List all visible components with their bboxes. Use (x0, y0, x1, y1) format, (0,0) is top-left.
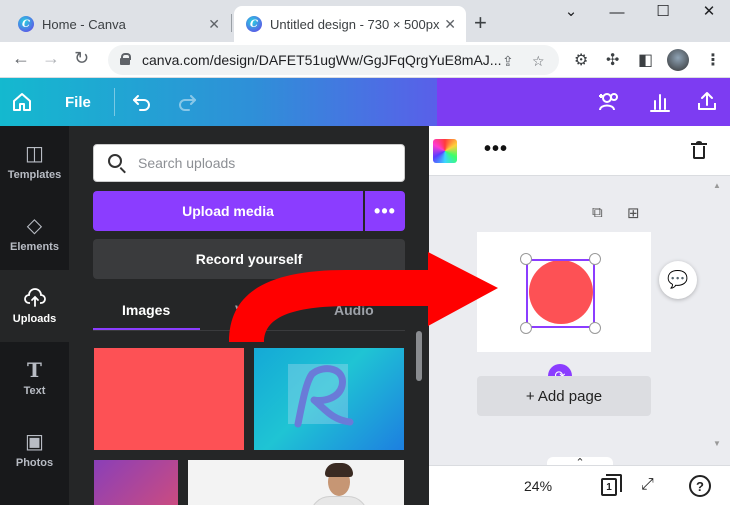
upload-thumbnail-red[interactable] (94, 348, 244, 450)
search-uploads-input[interactable]: Search uploads (93, 144, 405, 182)
rail-item-templates[interactable]: ◫ Templates (0, 126, 69, 198)
duplicate-page-icon[interactable]: ⧉ (592, 204, 603, 221)
rail-item-uploads[interactable]: Uploads (0, 270, 69, 342)
page-count-button[interactable]: 1 (601, 474, 622, 496)
undo-icon[interactable] (131, 91, 153, 113)
editor-toolbar: ••• (429, 126, 730, 176)
elements-icon: ◇ (26, 214, 43, 237)
header-actions (437, 78, 730, 126)
rail-item-label: Elements (10, 240, 59, 253)
canva-favicon-icon: C (18, 16, 34, 32)
minimize-icon[interactable]: — (594, 4, 640, 21)
browser-tab-design[interactable]: C Untitled design - 730 × 500px ✕ (234, 6, 466, 42)
rail-item-text[interactable]: T Text (0, 342, 69, 414)
lock-icon (120, 53, 131, 65)
rail-item-elements[interactable]: ◇ Elements (0, 198, 69, 270)
editor-scrollbar[interactable]: ▲ ▼ (713, 181, 721, 451)
rail-item-label: Templates (7, 168, 62, 181)
forward-icon[interactable]: → (42, 48, 60, 69)
url-text: canva.com/design/DAFET51ugWw/GgJFqQrgYuE… (142, 52, 502, 68)
more-options-button[interactable]: ••• (484, 138, 508, 161)
close-icon[interactable]: ✕ (444, 16, 456, 33)
back-icon[interactable]: ← (12, 48, 30, 69)
header-divider (114, 88, 115, 116)
address-bar[interactable]: canva.com/design/DAFET51ugWw/GgJFqQrgYuE… (108, 45, 559, 75)
person-hair (325, 463, 353, 477)
upload-thumbnail-gradient[interactable] (94, 460, 178, 505)
analytics-bar-icon[interactable] (649, 91, 671, 113)
extension-icon[interactable]: ⚙ (574, 50, 588, 70)
left-rail: ◫ Templates ◇ Elements Uploads T Text ▣ … (0, 126, 69, 505)
uploads-icon (23, 287, 46, 307)
active-tab-indicator (93, 328, 200, 330)
tab-audio[interactable]: Audio (334, 302, 374, 318)
canva-header: File (0, 78, 730, 126)
photos-icon: ▣ (25, 430, 44, 453)
design-page[interactable] (477, 232, 651, 352)
tab-divider (93, 330, 405, 331)
uploads-panel: Search uploads Upload media ••• Record y… (69, 126, 429, 505)
fullscreen-expand-icon[interactable]: ⤢ (641, 476, 654, 494)
scroll-up-icon[interactable]: ▲ (713, 181, 721, 190)
puzzle-icon[interactable]: ✣ (606, 50, 619, 70)
upload-share-icon[interactable] (696, 90, 718, 112)
templates-icon: ◫ (25, 142, 44, 165)
rail-item-label: Photos (15, 456, 54, 469)
selection-box (526, 259, 595, 328)
bookmark-star-icon[interactable]: ☆ (532, 53, 545, 70)
browser-tab-strip: C Home - Canva ✕ C Untitled design - 730… (0, 0, 730, 42)
window-close-icon[interactable]: ✕ (686, 2, 730, 20)
tab-separator (231, 14, 232, 32)
add-comment-icon[interactable]: 💬 (659, 261, 697, 299)
reload-icon[interactable]: ↻ (74, 48, 89, 69)
resize-handle-top-left[interactable] (520, 253, 532, 265)
profile-avatar[interactable] (667, 49, 689, 71)
browser-toolbar: ← → ↻ canva.com/design/DAFET51ugWw/GgJFq… (0, 42, 730, 78)
tab-images[interactable]: Images (122, 302, 170, 318)
resize-handle-top-right[interactable] (589, 253, 601, 265)
file-menu-button[interactable]: File (65, 94, 91, 111)
resize-handle-bottom-right[interactable] (589, 322, 601, 334)
rail-item-label: Text (23, 384, 46, 397)
tab-title: Home - Canva (42, 16, 126, 32)
zoom-level[interactable]: 24% (524, 478, 552, 494)
redo-icon[interactable] (176, 91, 198, 113)
resize-handle-bottom-left[interactable] (520, 322, 532, 334)
upload-media-button[interactable]: Upload media (93, 191, 363, 231)
home-icon[interactable] (11, 91, 33, 113)
rail-item-photos[interactable]: ▣ Photos (0, 414, 69, 486)
chevron-down-icon[interactable]: ⌄ (548, 2, 594, 20)
menu-kebab-icon[interactable]: ⋮ (705, 50, 721, 70)
maximize-icon[interactable]: ☐ (640, 2, 686, 20)
trash-icon[interactable] (691, 141, 707, 159)
rail-item-label: Uploads (12, 312, 57, 325)
tab-videos[interactable]: Videos (235, 302, 281, 318)
share-people-icon[interactable] (597, 90, 623, 114)
text-icon: T (27, 357, 42, 382)
upload-thumbnail-logo[interactable] (254, 348, 404, 450)
scroll-down-icon[interactable]: ▼ (713, 439, 721, 448)
search-placeholder: Search uploads (138, 155, 236, 171)
new-tab-icon[interactable]: + (474, 10, 487, 36)
panel-scrollbar[interactable] (416, 331, 422, 381)
logo-letter-r-icon (294, 365, 354, 428)
browser-tab-home[interactable]: C Home - Canva ✕ (8, 6, 230, 42)
upload-more-options-button[interactable]: ••• (365, 191, 405, 231)
editor-bottom-bar: 24% 1 ⤢ ? (429, 465, 730, 505)
tab-title: Untitled design - 730 × 500px (270, 16, 440, 32)
person-body (310, 496, 368, 505)
upload-thumbnail-person[interactable] (188, 460, 404, 505)
add-page-icon[interactable]: ⊞ (627, 204, 640, 222)
search-icon (108, 154, 122, 168)
close-icon[interactable]: ✕ (208, 16, 220, 33)
sidebar-icon[interactable]: ◧ (638, 50, 653, 70)
add-page-button[interactable]: + Add page (477, 376, 651, 416)
share-icon[interactable]: ⇪ (502, 53, 514, 70)
design-editor: ••• ⧉ ⊞ ⟳ + Add page 💬 ▲ ▼ ⌃ 24% 1 ⤢ ? (429, 126, 730, 505)
canva-favicon-icon: C (246, 16, 262, 32)
record-yourself-button[interactable]: Record yourself (93, 239, 405, 279)
help-icon[interactable]: ? (689, 475, 711, 497)
color-picker-icon[interactable] (433, 139, 457, 163)
